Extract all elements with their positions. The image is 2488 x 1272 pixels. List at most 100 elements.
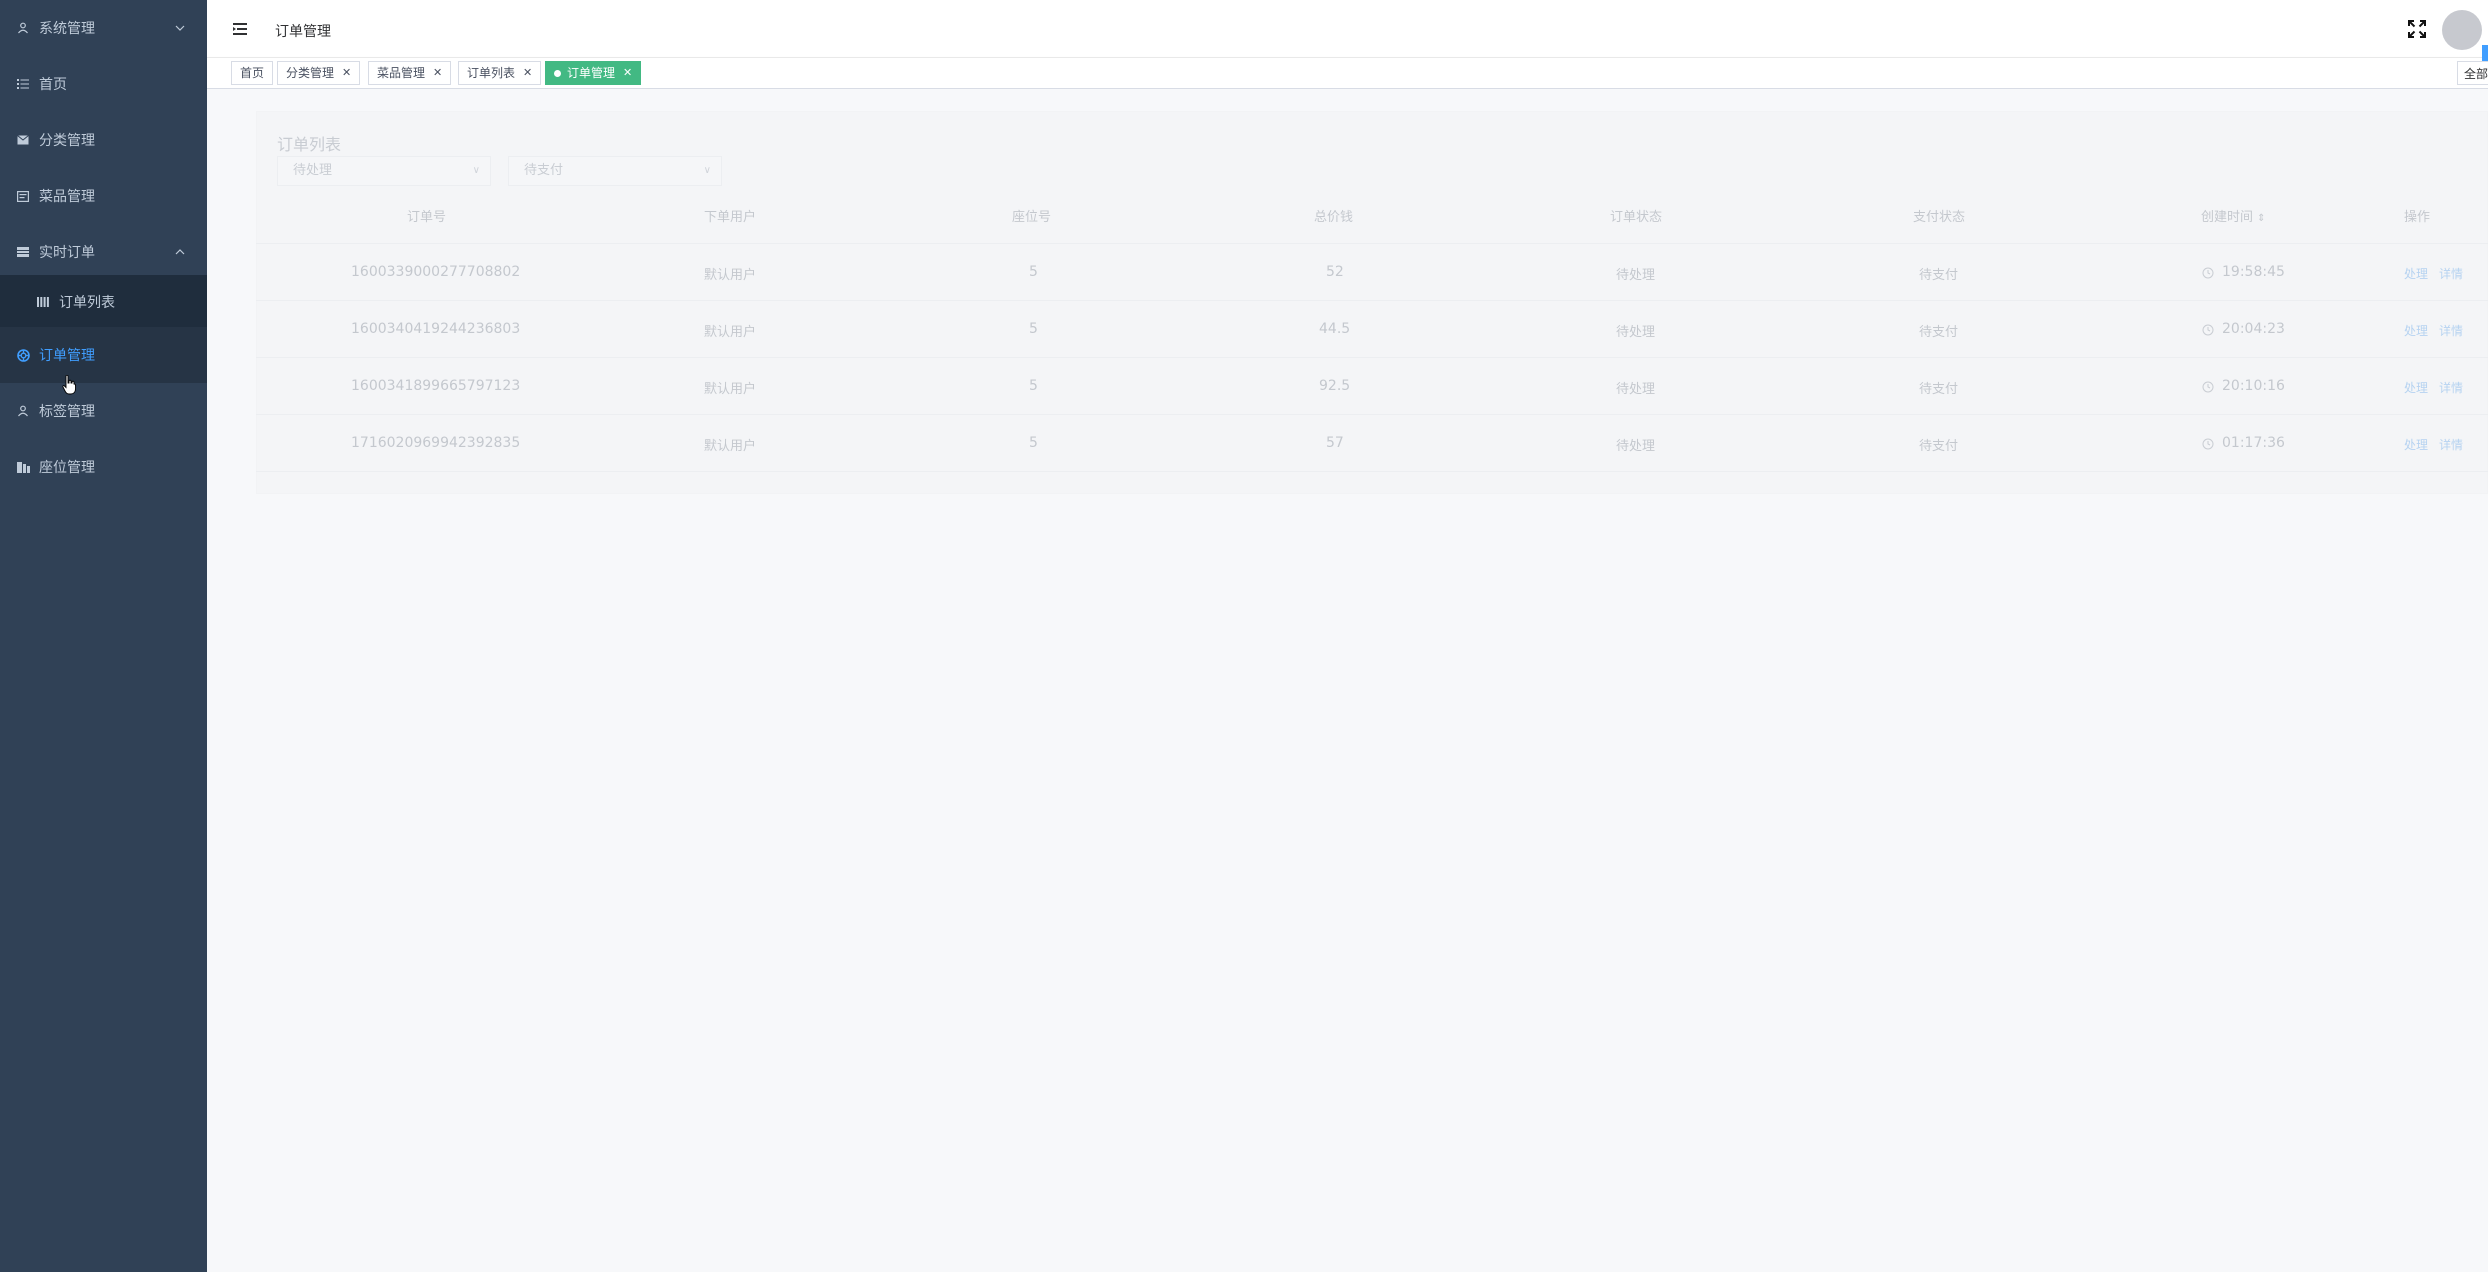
tag-label: 订单列表 [467,66,516,80]
sidebar-item-seat[interactable]: 座位管理 [0,439,207,495]
avatar[interactable] [2442,10,2482,50]
sidebar-item-label: 标签管理 [39,404,95,420]
sidebar-item-dish[interactable]: 菜品管理 [0,168,207,224]
cell-created-time: 19:58:45 [2222,264,2285,280]
sidebar-item-tag[interactable]: 标签管理 [0,383,207,439]
clock-icon [2202,267,2214,279]
cell-total: 92.5 [1319,378,1351,394]
sidebar-item-order-list[interactable]: 订单列表 [0,275,207,329]
select-value: 待支付 [524,163,564,178]
cell-user: 默认用户 [704,439,757,454]
cell-order-no: 1600339000277708802 [351,264,521,280]
row-divider [256,300,2488,301]
hand-cursor-icon [62,375,76,395]
process-button[interactable]: 处理 [2404,322,2428,339]
cell-seat: 5 [1029,264,1038,280]
tag-home[interactable]: 首页 [231,61,274,85]
picture-icon [16,189,30,203]
detail-button[interactable]: 详情 [2439,379,2463,396]
column-header-order-status: 订单状态 [1610,210,1663,225]
row-divider [256,471,2488,472]
tag-label: 订单管理 [567,66,616,80]
tag-category[interactable]: 分类管理 ✕ [277,61,361,85]
user-icon [16,404,30,418]
help-icon [16,348,30,362]
sidebar-item-label: 首页 [39,77,67,93]
cell-user: 默认用户 [704,382,757,397]
process-button[interactable]: 处理 [2404,379,2428,396]
cell-pay-status: 待支付 [1919,439,1959,454]
sidebar-item-home[interactable]: 首页 [0,56,207,112]
cell-order-no: 1600341899665797123 [351,378,521,394]
sidebar-item-label: 实时订单 [39,245,95,261]
cell-created-time: 20:10:16 [2222,378,2285,394]
fullscreen-icon[interactable] [2408,20,2426,38]
close-icon[interactable]: ✕ [623,61,632,85]
cell-order-no: 1600340419244236803 [351,321,521,337]
cell-created-time: 20:04:23 [2222,321,2285,337]
process-button[interactable]: 处理 [2404,265,2428,282]
cell-pay-status: 待支付 [1919,268,1959,283]
cell-seat: 5 [1029,321,1038,337]
sidebar-item-label: 系统管理 [39,21,95,37]
tag-dish[interactable]: 菜品管理 ✕ [368,61,452,85]
detail-button[interactable]: 详情 [2439,265,2463,282]
cell-user: 默认用户 [704,325,757,340]
sidebar-item-label: 菜品管理 [39,189,95,205]
close-icon[interactable]: ✕ [433,61,442,85]
cell-total: 52 [1326,264,1344,280]
cell-order-status: 待处理 [1616,439,1656,454]
breadcrumb-current: 订单管理 [275,24,331,40]
sort-icon[interactable]: ⇕ [2257,213,2265,224]
cell-pay-status: 待支付 [1919,382,1959,397]
detail-button[interactable]: 详情 [2439,322,2463,339]
order-status-select[interactable]: 待处理 ∨ [277,156,491,186]
sidebar-item-label: 座位管理 [39,460,95,476]
sidebar-item-realtime-order[interactable]: 实时订单 [0,224,207,280]
mail-icon [16,133,30,147]
tag-order-manage[interactable]: 订单管理 ✕ [545,61,642,85]
clock-icon [2202,324,2214,336]
tag-label: 首页 [240,66,265,80]
cell-seat: 5 [1029,435,1038,451]
select-value: 待处理 [293,163,333,178]
clock-icon [2202,438,2214,450]
column-header-pay-status: 支付状态 [1913,210,1966,225]
pay-status-select[interactable]: 待支付 ∨ [508,156,722,186]
sidebar-item-label: 订单管理 [39,348,95,364]
detail-button[interactable]: 详情 [2439,436,2463,453]
column-header-actions: 操作 [2404,210,2431,225]
tag-label: 菜品管理 [377,66,426,80]
list-icon [16,77,30,91]
cell-order-status: 待处理 [1616,325,1656,340]
sidebar-item-label: 订单列表 [59,295,115,311]
sidebar-item-order-manage[interactable]: 订单管理 [0,327,207,383]
close-icon[interactable]: ✕ [342,61,351,85]
card-title: 订单列表 [277,135,342,154]
clock-icon [2202,381,2214,393]
menu-icon [16,245,30,259]
sidebar-item-system[interactable]: 系统管理 [0,0,207,56]
cell-seat: 5 [1029,378,1038,394]
cell-total: 57 [1326,435,1344,451]
chevron-up-icon [173,245,187,259]
active-dot-icon [554,69,561,77]
cell-created-time: 01:17:36 [2222,435,2285,451]
column-header-user: 下单用户 [704,210,757,225]
column-header-created-time[interactable]: 创建时间 ⇕ [2201,206,2266,225]
chevron-down-icon [173,21,187,35]
tag-order-list[interactable]: 订单列表 ✕ [458,61,542,85]
cell-order-status: 待处理 [1616,382,1656,397]
cell-pay-status: 待支付 [1919,325,1959,340]
close-all-button[interactable]: 全部 [2457,61,2488,85]
process-button[interactable]: 处理 [2404,436,2428,453]
column-header-total: 总价钱 [1314,210,1354,225]
seat-icon [16,460,30,474]
column-header-order-no: 订单号 [407,210,447,225]
user-icon [16,21,30,35]
hamburger-icon[interactable] [232,21,248,37]
close-icon[interactable]: ✕ [523,61,532,85]
chevron-down-icon: ∨ [472,165,480,176]
sidebar-item-category[interactable]: 分类管理 [0,112,207,168]
row-divider [256,414,2488,415]
